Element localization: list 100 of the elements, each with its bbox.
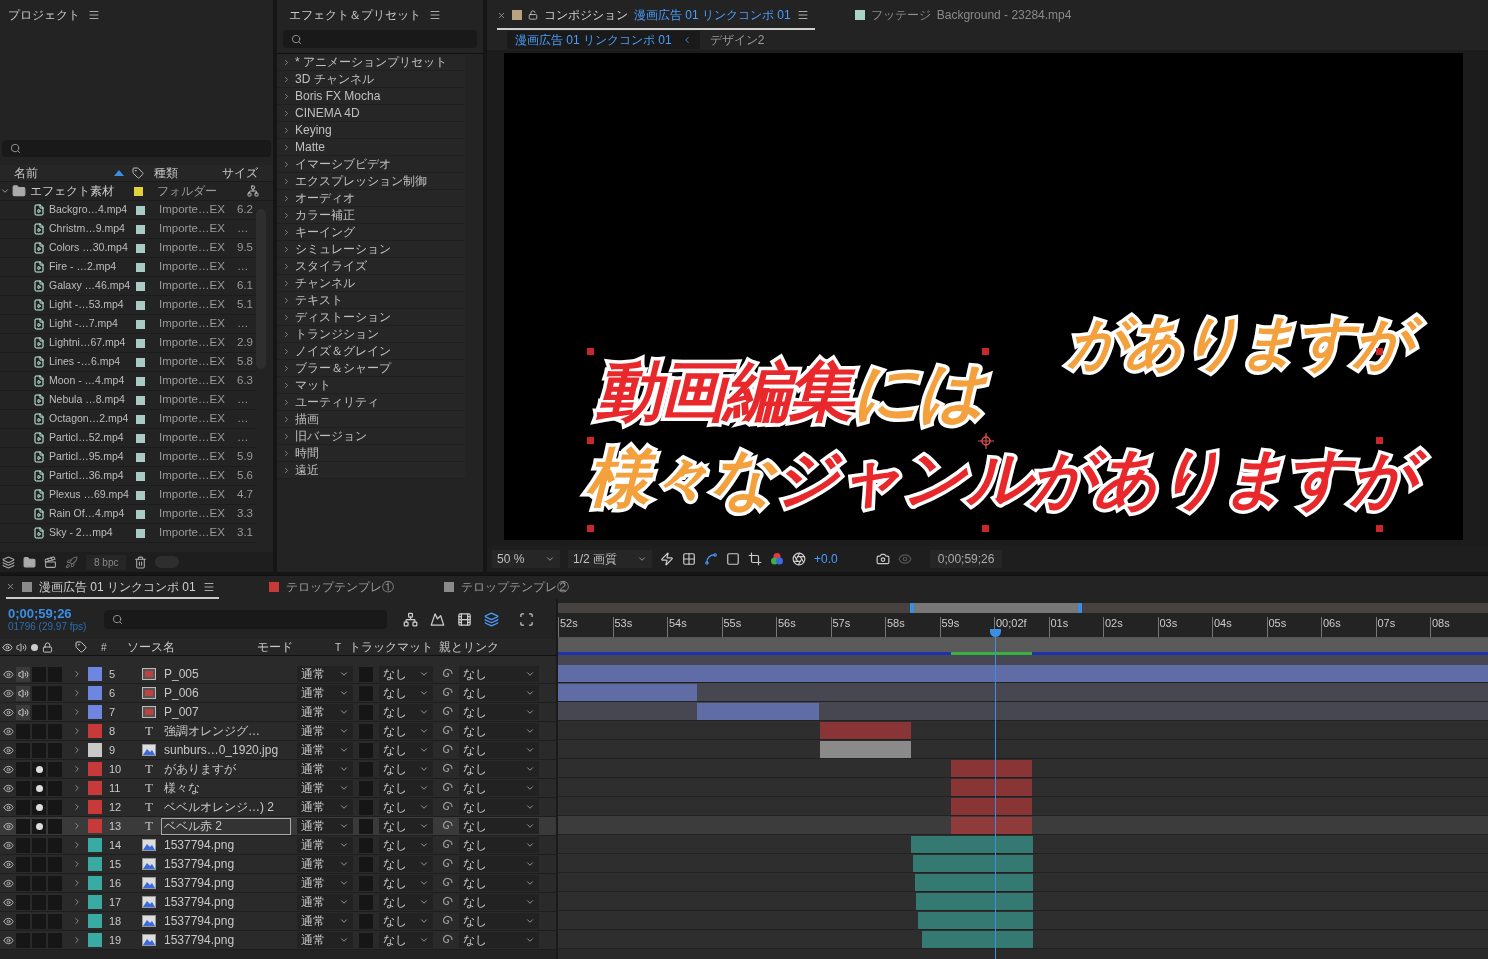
frame-blending-icon[interactable] bbox=[457, 611, 472, 627]
unlock-icon[interactable] bbox=[528, 10, 538, 20]
track-matte-dropdown[interactable]: なし bbox=[379, 780, 433, 796]
spiral-icon[interactable] bbox=[441, 744, 453, 756]
graph-editor-icon[interactable] bbox=[519, 611, 534, 627]
item-name[interactable]: Light -…7.mp4 bbox=[49, 316, 136, 332]
lock-toggle[interactable] bbox=[48, 818, 62, 834]
layer-name[interactable]: 1537794.png bbox=[161, 836, 291, 854]
track-matte-dropdown[interactable]: なし bbox=[379, 723, 433, 739]
track-matte-dropdown[interactable]: なし bbox=[379, 742, 433, 758]
layer-duration-bar[interactable] bbox=[558, 683, 697, 701]
parent-dropdown[interactable]: なし bbox=[459, 780, 539, 796]
resize-handle[interactable] bbox=[587, 525, 594, 532]
layer-duration-bar[interactable] bbox=[820, 740, 911, 758]
spiral-icon[interactable] bbox=[441, 839, 453, 851]
timecode-display[interactable]: 0;00;59;26 bbox=[929, 550, 1003, 568]
layer-duration-bar[interactable] bbox=[922, 930, 1033, 948]
blend-mode-dropdown[interactable]: 通常 bbox=[297, 704, 353, 720]
item-name[interactable]: Backgro…4.mp4 bbox=[49, 202, 136, 218]
item-name[interactable]: Octagon…2.mp4 bbox=[49, 411, 136, 427]
spiral-icon[interactable] bbox=[441, 687, 453, 699]
layer-name[interactable]: 1537794.png bbox=[161, 874, 291, 892]
parent-dropdown[interactable]: なし bbox=[459, 894, 539, 910]
effect-category[interactable]: Keying bbox=[277, 122, 465, 139]
visibility-toggle[interactable] bbox=[0, 668, 16, 680]
timeline-tab[interactable]: テロップテンプレ① bbox=[268, 576, 394, 599]
layer-name[interactable]: P_006 bbox=[161, 684, 291, 702]
solo-icon[interactable] bbox=[31, 643, 38, 651]
folder-name[interactable]: エフェクト素材 bbox=[30, 182, 134, 200]
effect-category[interactable]: 旧バージョン bbox=[277, 428, 465, 445]
label-swatch[interactable] bbox=[88, 933, 102, 947]
spiral-icon[interactable] bbox=[441, 820, 453, 832]
track-matte-dropdown[interactable]: なし bbox=[379, 704, 433, 720]
track-matte-dropdown[interactable]: なし bbox=[379, 837, 433, 853]
track-matte-dropdown[interactable]: なし bbox=[379, 894, 433, 910]
blend-mode-dropdown[interactable]: 通常 bbox=[297, 932, 353, 948]
layer-name[interactable]: 1537794.png bbox=[161, 931, 291, 949]
parent-dropdown[interactable]: なし bbox=[459, 818, 539, 834]
new-composition-icon[interactable] bbox=[44, 555, 57, 569]
search-field[interactable] bbox=[283, 30, 477, 48]
blend-mode-dropdown[interactable]: 通常 bbox=[297, 818, 353, 834]
effect-category[interactable]: ユーティリティ bbox=[277, 394, 465, 411]
hierarchy-icon[interactable] bbox=[247, 185, 259, 197]
fast-preview-icon[interactable] bbox=[660, 552, 674, 566]
effect-category[interactable]: キーイング bbox=[277, 224, 465, 241]
playhead[interactable] bbox=[990, 629, 1001, 959]
visibility-toggle[interactable] bbox=[0, 744, 16, 756]
lock-icon[interactable] bbox=[42, 641, 53, 653]
track-matte-dropdown[interactable]: なし bbox=[379, 666, 433, 682]
effect-category[interactable]: ディストーション bbox=[277, 309, 465, 326]
parent-dropdown[interactable]: なし bbox=[459, 761, 539, 777]
visibility-toggle[interactable] bbox=[0, 915, 16, 927]
bit-depth-button[interactable]: 8 bpc bbox=[86, 554, 127, 570]
item-name[interactable]: Moon - …4.mp4 bbox=[49, 373, 136, 389]
visibility-toggle[interactable] bbox=[0, 820, 16, 832]
audio-toggle[interactable] bbox=[16, 704, 30, 720]
blend-mode-dropdown[interactable]: 通常 bbox=[297, 856, 353, 872]
visibility-toggle[interactable] bbox=[0, 839, 16, 851]
menu-icon[interactable] bbox=[202, 580, 215, 593]
label-swatch[interactable] bbox=[88, 667, 102, 681]
layer-duration-bar[interactable] bbox=[916, 892, 1033, 910]
blend-mode-dropdown[interactable]: 通常 bbox=[297, 761, 353, 777]
menu-icon[interactable] bbox=[796, 9, 809, 21]
label-swatch[interactable] bbox=[88, 705, 102, 719]
blend-mode-dropdown[interactable]: 通常 bbox=[297, 875, 353, 891]
solo-toggle[interactable] bbox=[32, 818, 46, 834]
label-swatch[interactable] bbox=[88, 914, 102, 928]
visibility-toggle[interactable] bbox=[0, 706, 16, 718]
label-swatch[interactable] bbox=[88, 724, 102, 738]
track-matte-dropdown[interactable]: なし bbox=[379, 799, 433, 815]
breadcrumb-item[interactable]: 漫画広告 01 リンクコンポ 01 bbox=[507, 31, 700, 49]
parent-dropdown[interactable]: なし bbox=[459, 932, 539, 948]
label-swatch[interactable] bbox=[88, 819, 102, 833]
effect-category[interactable]: 3D チャンネル bbox=[277, 71, 465, 88]
track-matte-dropdown[interactable]: なし bbox=[379, 761, 433, 777]
parent-dropdown[interactable]: なし bbox=[459, 875, 539, 891]
exposure-value[interactable]: +0.0 bbox=[814, 550, 838, 568]
layer-name[interactable]: 1537794.png bbox=[161, 893, 291, 911]
label-swatch[interactable] bbox=[88, 686, 102, 700]
parent-dropdown[interactable]: なし bbox=[459, 666, 539, 682]
layer-duration-bar[interactable] bbox=[820, 721, 911, 739]
layer-duration-bar[interactable] bbox=[951, 797, 1032, 815]
effect-category[interactable]: テキスト bbox=[277, 292, 465, 309]
label-swatch[interactable] bbox=[88, 876, 102, 890]
track-matte-dropdown[interactable]: なし bbox=[379, 818, 433, 834]
layer-name[interactable]: ベベル赤 2 bbox=[161, 817, 291, 835]
blend-mode-dropdown[interactable]: 通常 bbox=[297, 742, 353, 758]
blend-mode-dropdown[interactable]: 通常 bbox=[297, 913, 353, 929]
item-name[interactable]: Sky - 2…mp4 bbox=[49, 525, 136, 541]
visibility-icon[interactable] bbox=[2, 641, 13, 653]
effect-category[interactable]: 遠近 bbox=[277, 462, 465, 479]
resize-handle[interactable] bbox=[1376, 348, 1383, 355]
blend-mode-dropdown[interactable]: 通常 bbox=[297, 837, 353, 853]
visibility-toggle[interactable] bbox=[0, 801, 16, 813]
show-snapshot-icon[interactable] bbox=[897, 552, 912, 566]
spiral-icon[interactable] bbox=[441, 782, 453, 794]
spiral-icon[interactable] bbox=[441, 858, 453, 870]
parent-dropdown[interactable]: なし bbox=[459, 856, 539, 872]
effect-category[interactable]: オーディオ bbox=[277, 190, 465, 207]
effect-category[interactable]: Boris FX Mocha bbox=[277, 88, 465, 105]
